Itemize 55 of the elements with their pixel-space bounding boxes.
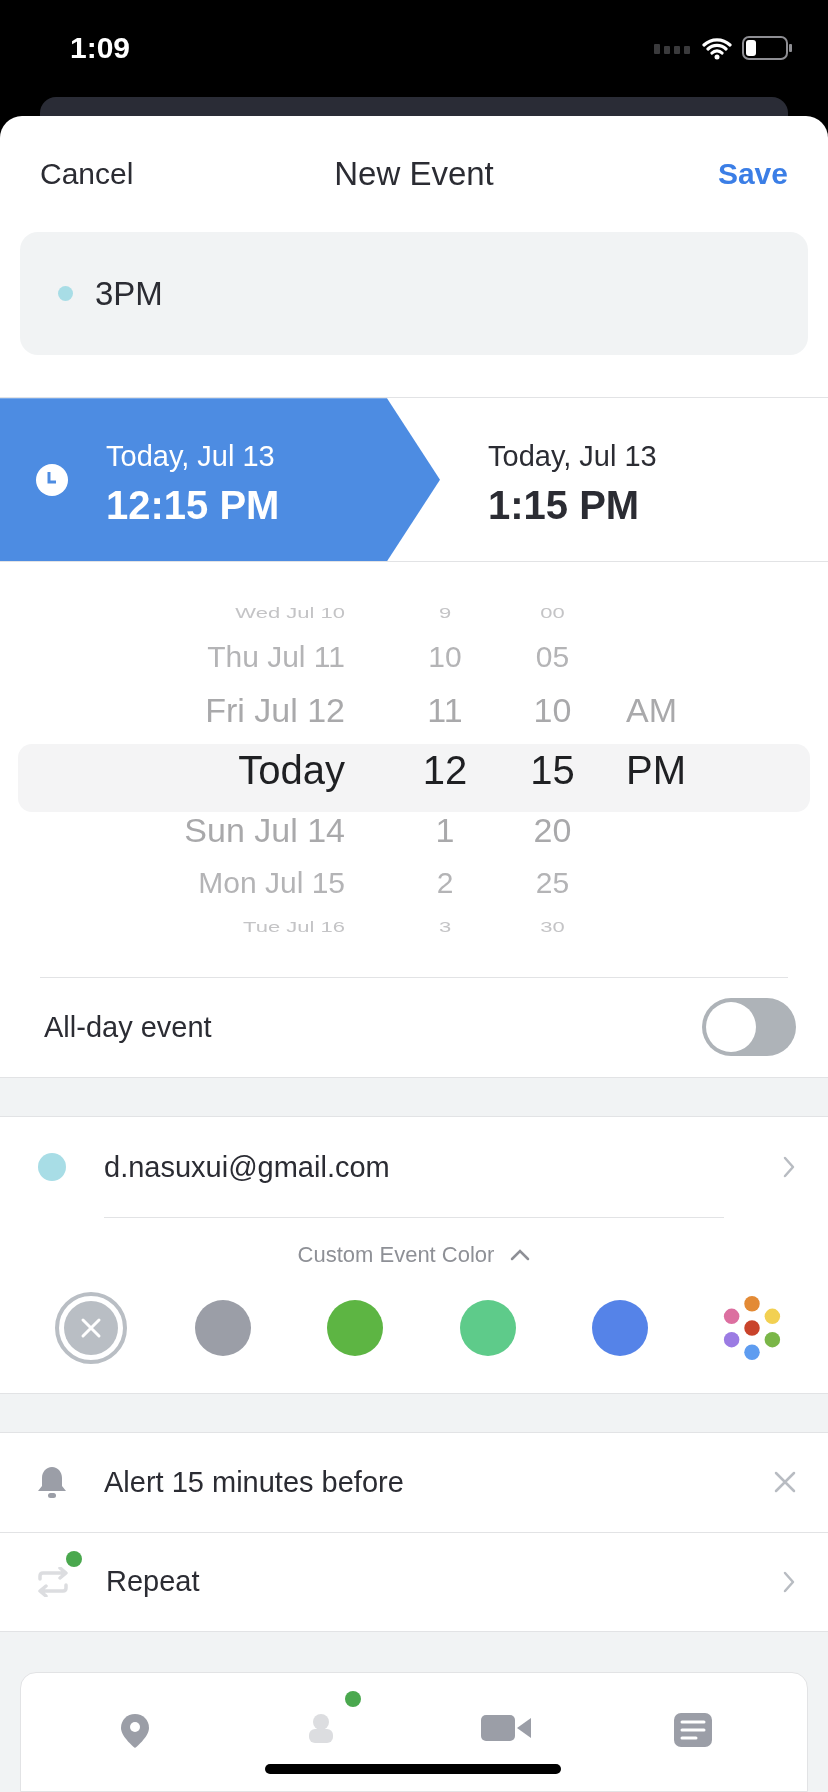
time-label: 12:15 PM bbox=[106, 484, 280, 525]
picker-minute[interactable]: 20 bbox=[515, 812, 590, 847]
picker-day[interactable]: Thu Jul 11 bbox=[0, 641, 345, 672]
bell-icon bbox=[36, 1465, 68, 1500]
color-section-toggle[interactable]: Custom Event Color bbox=[297, 1238, 531, 1272]
picker-hour[interactable]: 11 bbox=[345, 692, 515, 727]
time-range-tab[interactable]: Today, Jul 13 12:15 PM bbox=[0, 398, 440, 562]
close-icon bbox=[80, 1317, 102, 1339]
picker-day[interactable]: Wed Jul 10 bbox=[0, 605, 345, 621]
time-range-tab[interactable]: Today, Jul 13 1:15 PM bbox=[440, 398, 828, 562]
close-icon[interactable] bbox=[774, 1471, 796, 1494]
signal-icon bbox=[654, 41, 692, 54]
chevron-right-icon bbox=[782, 1569, 796, 1594]
picker-day[interactable]: Today bbox=[0, 749, 345, 790]
battery-icon bbox=[742, 35, 792, 60]
picker-hour[interactable]: 12 bbox=[345, 749, 515, 790]
no-color-swatch[interactable] bbox=[55, 1292, 127, 1364]
picker-hour[interactable]: 10 bbox=[345, 641, 515, 672]
date-label: Today, Jul 13 bbox=[106, 439, 276, 474]
repeat-label[interactable]: Repeat bbox=[106, 1560, 782, 1604]
person-icon[interactable] bbox=[306, 1713, 336, 1743]
picker-hour[interactable]: 2 bbox=[345, 867, 515, 898]
location-pin-icon[interactable] bbox=[120, 1713, 150, 1749]
sheet-title: New Event bbox=[334, 154, 494, 195]
picker-hour[interactable]: 1 bbox=[345, 812, 515, 847]
picker-period[interactable]: PM bbox=[626, 749, 686, 790]
picker-minute[interactable]: 15 bbox=[515, 749, 590, 790]
time-label: 1:15 PM bbox=[488, 484, 641, 525]
picker-day[interactable]: Fri Jul 12 bbox=[0, 692, 345, 727]
video-camera-icon[interactable] bbox=[481, 1713, 533, 1743]
picker-minute[interactable]: 10 bbox=[515, 692, 590, 727]
picker-minute[interactable]: 30 bbox=[515, 919, 590, 935]
chevron-right-icon bbox=[782, 1155, 796, 1180]
date-label: Today, Jul 13 bbox=[488, 439, 657, 474]
title-field[interactable]: 3PM bbox=[20, 231, 808, 356]
save-button[interactable]: Save bbox=[717, 151, 788, 197]
picker-hour[interactable]: 9 bbox=[345, 605, 515, 621]
picker-period[interactable]: AM bbox=[626, 692, 677, 727]
wifi-icon bbox=[702, 35, 732, 60]
chevron-up-icon bbox=[510, 1248, 531, 1261]
notes-icon[interactable] bbox=[674, 1713, 712, 1747]
alert-label[interactable]: Alert 15 minutes before bbox=[104, 1460, 774, 1505]
picker-day[interactable]: Mon Jul 15 bbox=[0, 867, 345, 898]
calendar-account[interactable]: d.nasuxui@gmail.com bbox=[104, 1145, 782, 1189]
cancel-button[interactable]: Cancel bbox=[40, 151, 134, 197]
picker-minute[interactable]: 25 bbox=[515, 867, 590, 898]
picker-minute[interactable]: 00 bbox=[515, 605, 590, 621]
clock-icon bbox=[36, 463, 68, 496]
picker-hour[interactable]: 3 bbox=[345, 919, 515, 935]
status-time: 1:09 bbox=[70, 30, 131, 66]
picker-day[interactable]: Tue Jul 16 bbox=[0, 919, 345, 935]
picker-day[interactable]: Sun Jul 14 bbox=[0, 812, 345, 847]
all-day-label: All-day event bbox=[44, 1009, 212, 1045]
picker-minute[interactable]: 05 bbox=[515, 641, 590, 672]
repeat-icon bbox=[36, 1566, 70, 1597]
